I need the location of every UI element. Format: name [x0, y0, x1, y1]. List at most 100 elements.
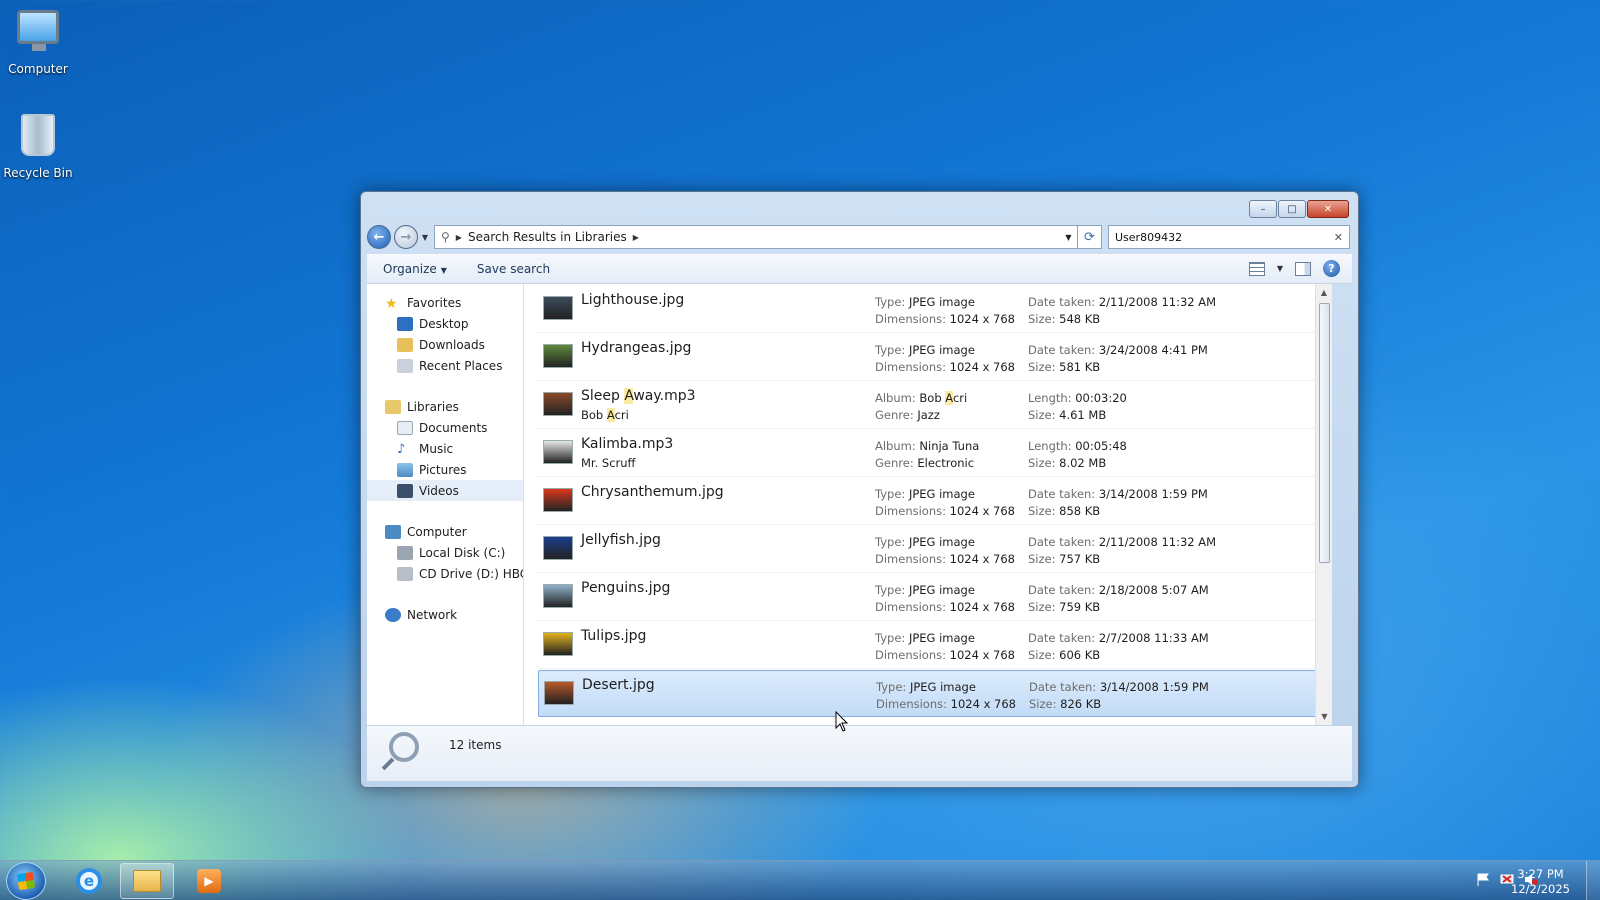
- nav-recent-places[interactable]: Recent Places: [367, 355, 523, 376]
- property-label: Dimensions:: [875, 648, 946, 662]
- close-button[interactable]: ✕: [1307, 200, 1349, 218]
- file-name: Penguins.jpg: [581, 580, 671, 596]
- file-name: Sleep Away.mp3: [581, 388, 696, 404]
- recent-places-icon: [397, 358, 413, 373]
- taskbar-windows-explorer[interactable]: [120, 863, 174, 899]
- property-label: Type:: [876, 680, 907, 694]
- image-thumbnail-icon: [543, 296, 573, 320]
- library-icon: [385, 399, 401, 414]
- change-view-icon[interactable]: [1248, 261, 1265, 276]
- file-row[interactable]: Hydrangeas.jpg Type: JPEG image Dimensio…: [538, 334, 1320, 381]
- mouse-cursor-icon: [835, 711, 849, 732]
- hard-drive-icon: [397, 545, 413, 560]
- file-name: Desert.jpg: [582, 677, 655, 693]
- save-search-button[interactable]: Save search: [477, 262, 550, 276]
- file-name: Chrysanthemum.jpg: [581, 484, 724, 500]
- file-name: Jellyfish.jpg: [581, 532, 661, 548]
- nav-music[interactable]: ♪ Music: [367, 438, 523, 459]
- property-label: Size:: [1028, 552, 1056, 566]
- property-value: 1024 x 768: [949, 552, 1015, 566]
- back-button[interactable]: ←: [367, 225, 391, 249]
- preview-pane-icon[interactable]: [1295, 261, 1311, 276]
- nav-network[interactable]: Network: [367, 604, 523, 625]
- file-name: Lighthouse.jpg: [581, 292, 685, 308]
- file-row[interactable]: Lighthouse.jpg Type: JPEG image Dimensio…: [538, 286, 1320, 333]
- breadcrumb[interactable]: Search Results in Libraries: [468, 230, 627, 244]
- system-clock[interactable]: 3:27 PM 12/2/2025: [1511, 867, 1570, 897]
- taskbar-internet-explorer[interactable]: e: [62, 863, 116, 899]
- desktop-icon-computer[interactable]: Computer: [0, 8, 78, 76]
- nav-downloads[interactable]: Downloads: [367, 334, 523, 355]
- property-label: Type:: [875, 343, 906, 357]
- nav-pictures[interactable]: Pictures: [367, 459, 523, 480]
- vertical-scrollbar[interactable]: ▲ ▼: [1315, 284, 1332, 725]
- search-field[interactable]: ✕: [1108, 225, 1350, 249]
- cd-drive-icon: [397, 566, 413, 581]
- chevron-right-icon[interactable]: ▶: [456, 233, 462, 242]
- file-row[interactable]: Jellyfish.jpg Type: JPEG image Dimension…: [538, 526, 1320, 573]
- downloads-icon: [397, 337, 413, 352]
- address-dropdown-icon[interactable]: ▼: [1059, 233, 1077, 242]
- address-bar[interactable]: ⚲ ▶ Search Results in Libraries ▶ ▼: [434, 225, 1078, 249]
- property-label: Date taken:: [1028, 535, 1096, 549]
- file-name: Tulips.jpg: [581, 628, 647, 644]
- internet-explorer-icon: e: [76, 868, 102, 894]
- property-value: 858 KB: [1059, 504, 1101, 518]
- clear-search-icon[interactable]: ✕: [1334, 231, 1343, 244]
- magnifier-icon: [389, 732, 419, 762]
- forward-button[interactable]: →: [394, 225, 418, 249]
- file-row[interactable]: Chrysanthemum.jpg Type: JPEG image Dimen…: [538, 478, 1320, 525]
- property-label: Size:: [1028, 648, 1056, 662]
- nav-local-disk[interactable]: Local Disk (C:): [367, 542, 523, 563]
- action-center-flag-icon[interactable]: [1476, 873, 1490, 886]
- desktop-icon-recycle-bin[interactable]: Recycle Bin: [0, 114, 78, 180]
- chevron-right-icon[interactable]: ▶: [633, 233, 639, 242]
- album-art-thumbnail-icon: [543, 392, 573, 416]
- file-row[interactable]: Kalimba.mp3 Mr. Scruff Album: Ninja Tuna…: [538, 430, 1320, 477]
- refresh-button[interactable]: ⟳: [1078, 225, 1102, 249]
- folder-icon: [133, 870, 161, 892]
- property-value: JPEG image: [908, 535, 975, 549]
- view-options-dropdown-icon[interactable]: ▼: [1277, 264, 1283, 273]
- search-input[interactable]: [1115, 230, 1334, 244]
- nav-desktop[interactable]: Desktop: [367, 313, 523, 334]
- taskbar-media-player[interactable]: ▶: [182, 863, 236, 899]
- show-desktop-button[interactable]: [1586, 861, 1600, 900]
- file-artist: Mr. Scruff: [581, 456, 636, 470]
- nav-computer[interactable]: Computer: [367, 521, 523, 542]
- nav-libraries[interactable]: Libraries: [367, 396, 523, 417]
- computer-icon: [385, 524, 401, 539]
- pictures-icon: [397, 462, 413, 477]
- details-pane: 12 items: [367, 725, 1352, 781]
- property-label: Album:: [875, 439, 916, 453]
- scroll-down-icon[interactable]: ▼: [1316, 708, 1332, 725]
- maximize-button[interactable]: □: [1278, 200, 1306, 218]
- scrollbar-thumb[interactable]: [1319, 303, 1330, 563]
- file-row[interactable]: Penguins.jpg Type: JPEG image Dimensions…: [538, 574, 1320, 621]
- navigation-pane: ★ Favorites Desktop Downloads Recent Plac…: [367, 284, 524, 725]
- file-row-selected[interactable]: Desert.jpg Type: JPEG image Dimensions: …: [538, 670, 1320, 717]
- minimize-button[interactable]: –: [1249, 200, 1277, 218]
- property-value: 1024 x 768: [949, 504, 1015, 518]
- nav-cd-drive[interactable]: CD Drive (D:) HBCD_: [367, 563, 523, 584]
- file-row[interactable]: Tulips.jpg Type: JPEG image Dimensions: …: [538, 622, 1320, 669]
- property-value: JPEG image: [908, 631, 975, 645]
- media-player-icon: ▶: [197, 869, 221, 893]
- start-button[interactable]: [6, 862, 46, 900]
- property-value: 757 KB: [1059, 552, 1101, 566]
- help-icon[interactable]: ?: [1323, 260, 1340, 277]
- property-label: Dimensions:: [875, 504, 946, 518]
- property-value: Jazz: [917, 408, 940, 422]
- organize-button[interactable]: Organize ▼: [383, 262, 447, 276]
- nav-favorites[interactable]: ★ Favorites: [367, 292, 523, 313]
- scroll-up-icon[interactable]: ▲: [1316, 284, 1332, 301]
- nav-videos[interactable]: Videos: [367, 480, 523, 501]
- file-row[interactable]: Sleep Away.mp3 Bob Acri Album: Bob Acri …: [538, 382, 1320, 429]
- property-value: 4.61 MB: [1059, 408, 1107, 422]
- property-value: 00:05:48: [1075, 439, 1127, 453]
- image-thumbnail-icon: [543, 632, 573, 656]
- property-label: Type:: [875, 583, 906, 597]
- recent-pages-dropdown[interactable]: ▼: [420, 233, 430, 242]
- nav-documents[interactable]: Documents: [367, 417, 523, 438]
- music-icon: ♪: [397, 441, 406, 457]
